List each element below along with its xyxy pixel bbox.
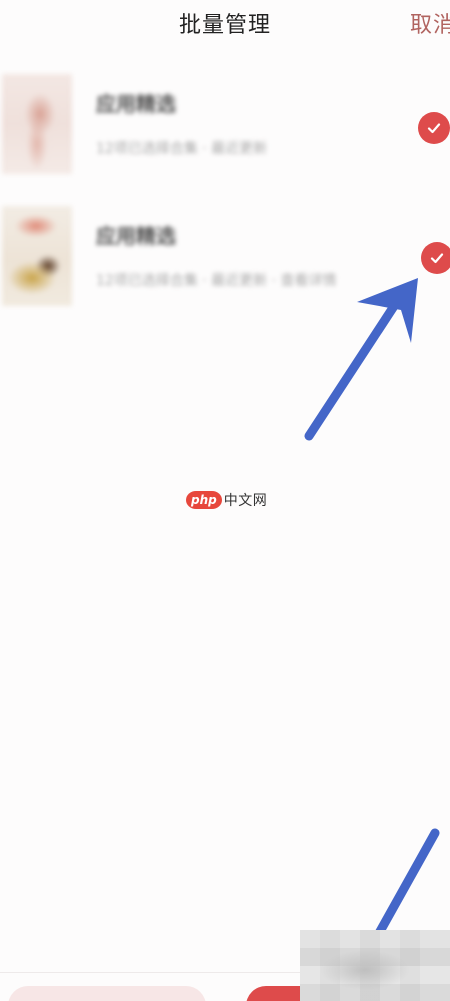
- select-all-button[interactable]: [8, 986, 206, 1001]
- check-icon: [427, 123, 441, 134]
- item-thumbnail: [2, 74, 72, 174]
- item-title: 应用精选: [96, 224, 176, 248]
- batch-manage-screen: 批量管理 取消 应用精选 12项已选择合集 · 最近更新 应用精选 12项已选择…: [0, 0, 450, 1001]
- item-checkbox-checked[interactable]: [421, 242, 450, 274]
- list-item[interactable]: 应用精选 12项已选择合集 · 最近更新: [0, 68, 450, 184]
- mosaic-blur: [320, 950, 410, 990]
- item-description: 12项已选择合集 · 最近更新: [96, 141, 268, 157]
- item-title: 应用精选: [96, 92, 176, 116]
- watermark-badge: php: [186, 491, 222, 509]
- watermark: php 中文网: [186, 489, 267, 511]
- item-thumbnail: [2, 206, 72, 306]
- annotation-arrow-bottom: [373, 828, 440, 940]
- page-title: 批量管理: [178, 13, 271, 38]
- check-icon: [430, 253, 444, 264]
- item-description: 12项已选择合集 · 最近更新 · 查看详情: [96, 273, 337, 289]
- header-bar: 批量管理 取消: [0, 0, 450, 52]
- list-item[interactable]: 应用精选 12项已选择合集 · 最近更新 · 查看详情: [0, 200, 450, 316]
- item-checkbox-checked[interactable]: [418, 112, 450, 144]
- cancel-button[interactable]: 取消: [410, 7, 450, 39]
- watermark-text: 中文网: [223, 493, 268, 509]
